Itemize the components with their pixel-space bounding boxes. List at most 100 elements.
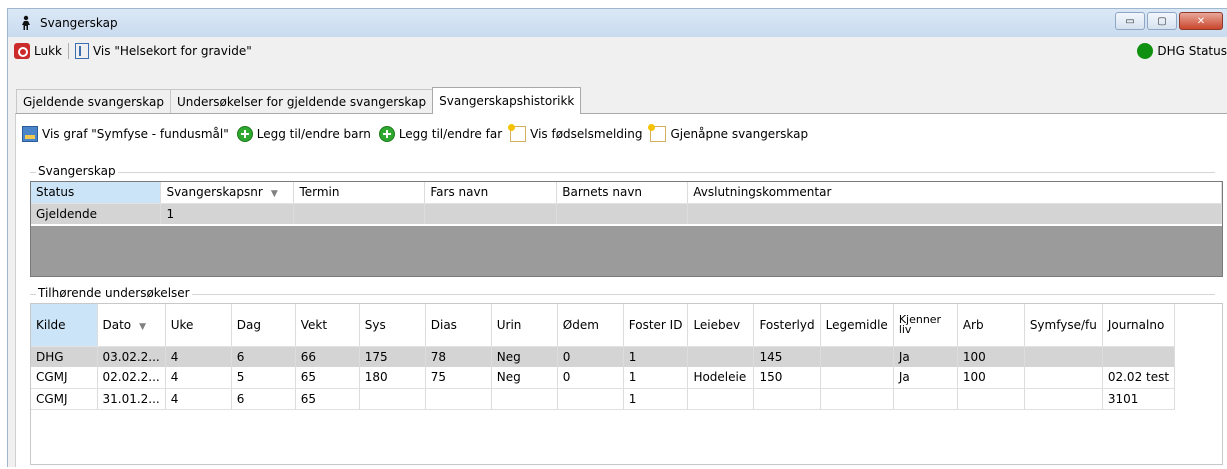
column-header[interactable]: Fosterlyd xyxy=(753,304,821,347)
table-cell: 78 xyxy=(425,346,492,367)
table-cell: 65 xyxy=(295,388,360,410)
tab-current-pregnancy[interactable]: Gjeldende svangerskap xyxy=(16,89,171,113)
close-label: Lukk xyxy=(34,44,62,58)
table-cell: 03.02.2... xyxy=(97,346,166,367)
table-cell: CGMJ xyxy=(31,388,98,410)
column-header[interactable]: Symfyse/fu xyxy=(1024,304,1103,347)
column-header[interactable]: Ødem xyxy=(557,304,624,347)
table-cell: 4 xyxy=(165,388,232,410)
exams-table-body: DHG 03.02.2... 4 6 66 175 78 Neg 0 1 145 Ja 100 CGMJ 0… xyxy=(31,346,1176,410)
table-cell: 6 xyxy=(231,346,296,367)
table-cell: 145 xyxy=(753,346,821,367)
birth-notice-button[interactable]: Vis fødselsmelding xyxy=(508,124,646,142)
table-cell: 4 xyxy=(165,367,232,389)
column-header[interactable]: Journalno xyxy=(1102,304,1176,347)
reopen-pregnancy-button[interactable]: Gjenåpne svangerskap xyxy=(648,124,812,142)
add-child-button[interactable]: Legg til/endre barn xyxy=(236,126,375,142)
chart-icon xyxy=(22,126,38,142)
show-health-card-label: Vis "Helsekort for gravide" xyxy=(92,44,252,58)
tab-current-exams[interactable]: Undersøkelser for gjeldende svangerskap xyxy=(169,89,434,113)
exams-grid[interactable]: Kilde Dato ▼ Uke Dag Vekt Sys Dias Urin Ø… xyxy=(30,303,1223,465)
close-window-button[interactable]: ✕ xyxy=(1179,12,1223,30)
minimize-button[interactable]: ▭ xyxy=(1115,12,1145,30)
birth-notice-label: Vis fødselsmelding xyxy=(530,127,643,141)
main-toolbar: Lukk Vis "Helsekort for gravide" DHG Sta… xyxy=(8,37,1227,65)
table-cell: 66 xyxy=(295,346,360,367)
table-cell: Ja xyxy=(893,367,958,389)
table-cell: Gjeldende xyxy=(31,203,162,224)
column-header[interactable]: Kjenner liv xyxy=(893,304,958,347)
add-father-label: Legg til/endre far xyxy=(398,127,503,141)
history-toolbar: Vis graf "Symfyse - fundusmål" Legg til/… xyxy=(22,122,816,146)
table-cell: 5 xyxy=(231,367,296,389)
table-cell xyxy=(425,388,492,410)
pregnancy-grid[interactable]: Status Svangerskapsnr ▼ Termin Fars navn … xyxy=(30,181,1223,277)
add-father-button[interactable]: Legg til/endre far xyxy=(378,126,506,142)
column-header[interactable]: Kilde xyxy=(31,304,98,347)
add-child-label: Legg til/endre barn xyxy=(256,127,371,141)
column-header-label: Svangerskapsnr xyxy=(166,185,263,200)
column-header[interactable]: Barnets navn xyxy=(556,182,689,204)
column-header[interactable]: Sys xyxy=(359,304,426,347)
table-row[interactable]: Gjeldende 1 xyxy=(31,203,1222,224)
table-row[interactable]: CGMJ 02.02.2... 4 5 65 180 75 Neg 0 1 Hodeleie 150 J… xyxy=(31,367,1176,389)
table-cell: CGMJ xyxy=(31,367,98,389)
table-cell xyxy=(687,203,1222,224)
table-cell xyxy=(359,388,426,410)
exams-group: Tilhørende undersøkelser Kilde Dato ▼ Uk… xyxy=(30,286,1223,469)
table-cell: 1 xyxy=(623,346,689,367)
status-dot-icon xyxy=(1137,43,1154,59)
column-header[interactable]: Foster ID xyxy=(623,304,689,347)
table-cell: Ja xyxy=(893,346,958,367)
add-icon xyxy=(378,126,395,142)
sort-down-icon: ▼ xyxy=(139,321,147,332)
pregnancy-group: Svangerskap Status Svangerskapsnr ▼ Termi… xyxy=(30,164,1223,282)
column-header[interactable]: Status xyxy=(31,182,162,204)
table-row[interactable]: CGMJ 31.01.2... 4 6 65 1 3101 xyxy=(31,388,1176,410)
table-cell: 65 xyxy=(295,367,360,389)
column-header[interactable]: Arb xyxy=(957,304,1025,347)
title-bar[interactable]: Svangerskap ▭ ▢ ✕ xyxy=(8,9,1227,37)
column-header[interactable]: Fars navn xyxy=(424,182,558,204)
table-cell: 31.01.2... xyxy=(97,388,166,410)
power-icon xyxy=(14,43,30,59)
show-graph-button[interactable]: Vis graf "Symfyse - fundusmål" xyxy=(22,126,233,142)
column-header[interactable]: Dato ▼ xyxy=(97,304,166,347)
table-cell xyxy=(957,388,1025,410)
table-cell: DHG xyxy=(31,346,98,367)
column-header[interactable]: Uke xyxy=(165,304,232,347)
column-header-label: Dato xyxy=(102,317,132,332)
column-header[interactable]: Leiebev xyxy=(687,304,755,347)
table-cell: 150 xyxy=(753,367,821,389)
column-header[interactable]: Avslutningskommentar xyxy=(687,182,1222,204)
table-row[interactable]: DHG 03.02.2... 4 6 66 175 78 Neg 0 1 145 Ja 100 xyxy=(31,346,1176,367)
column-header[interactable]: Dag xyxy=(231,304,296,347)
show-health-card-button[interactable]: Vis "Helsekort for gravide" xyxy=(69,43,258,59)
table-cell xyxy=(893,388,958,410)
column-header[interactable]: Legemidle xyxy=(820,304,894,347)
table-cell: 100 xyxy=(957,367,1025,389)
maximize-button[interactable]: ▢ xyxy=(1147,12,1177,30)
table-cell xyxy=(820,388,894,410)
column-header[interactable]: Dias xyxy=(425,304,492,347)
column-header[interactable]: Termin xyxy=(293,182,426,204)
table-cell xyxy=(491,388,558,410)
column-header[interactable]: Svangerskapsnr ▼ xyxy=(160,182,295,204)
pregnancy-table: Status Svangerskapsnr ▼ Termin Fars navn … xyxy=(31,182,1222,224)
exams-table: Kilde Dato ▼ Uke Dag Vekt Sys Dias Urin Ø… xyxy=(31,304,1176,410)
close-button[interactable]: Lukk xyxy=(8,43,68,59)
table-cell: 1 xyxy=(623,388,689,410)
tab-pregnancy-history[interactable]: Svangerskapshistorikk xyxy=(432,87,582,114)
tab-strip: Gjeldende svangerskap Undersøkelser for … xyxy=(16,87,582,114)
table-cell: 1 xyxy=(160,203,295,224)
table-cell: 0 xyxy=(557,367,624,389)
window-title: Svangerskap xyxy=(40,16,118,30)
column-header[interactable]: Urin xyxy=(491,304,558,347)
dhg-status[interactable]: DHG Status xyxy=(1137,43,1227,59)
table-cell xyxy=(556,203,689,224)
table-cell: 175 xyxy=(359,346,426,367)
table-cell: 02.02 test xyxy=(1102,367,1176,389)
table-cell xyxy=(753,388,821,410)
column-header[interactable]: Vekt xyxy=(295,304,360,347)
table-cell: 0 xyxy=(557,346,624,367)
